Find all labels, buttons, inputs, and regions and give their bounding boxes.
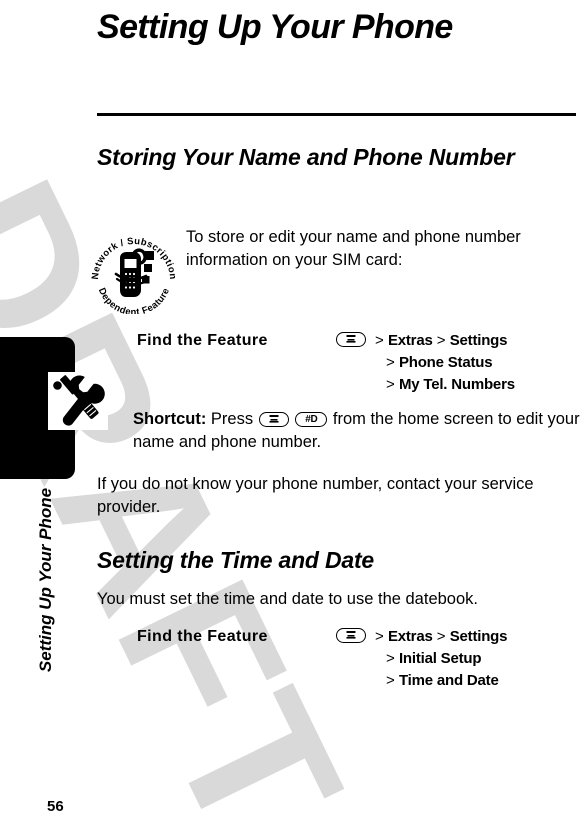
shortcut-label: Shortcut: — [133, 410, 207, 428]
menu-key-icon — [335, 627, 367, 645]
menu-item-settings: Settings — [449, 628, 508, 645]
menu-path-line: > Initial Setup — [375, 648, 575, 670]
find-the-feature-path-1: > Extras > Settings > Phone Status > My … — [375, 330, 575, 397]
menu-item-my-tel-numbers: My Tel. Numbers — [398, 376, 515, 394]
find-the-feature-block-2: Find the Feature > Extras > Settings > I… — [137, 626, 567, 696]
page-number: 56 — [47, 798, 64, 815]
network-subscription-dependent-feature-icon: Network / Subscription Dependent Feature — [88, 230, 180, 318]
paragraph-note-service-provider: If you do not know your phone number, co… — [97, 475, 534, 517]
menu-path-line: > Extras > Settings — [375, 626, 575, 648]
menu-path-line: > Extras > Settings — [375, 330, 575, 352]
paragraph-datebook-intro: You must set the time and date to use th… — [97, 590, 478, 608]
menu-item-extras: Extras — [387, 332, 433, 349]
manual-page: DRAFT Setting Up Your Phone Storing Your… — [0, 0, 581, 840]
chevron-gt: > — [375, 628, 384, 645]
menu-item-phone-status: Phone Status — [398, 354, 493, 372]
menu-key-icon — [335, 331, 367, 349]
pound-d-key-icon: #D — [295, 412, 328, 427]
find-the-feature-label-1: Find the Feature — [137, 332, 268, 349]
chapter-running-head: Setting Up Your Phone — [36, 487, 55, 673]
menu-item-time-and-date: Time and Date — [398, 672, 499, 690]
chevron-gt: > — [375, 332, 384, 349]
menu-item-initial-setup: Initial Setup — [398, 650, 482, 668]
menu-path-line: > My Tel. Numbers — [375, 374, 575, 396]
paragraph-sim-intro: To store or edit your name and phone num… — [186, 228, 521, 270]
chevron-gt: > — [386, 650, 395, 668]
menu-item-settings: Settings — [449, 332, 508, 349]
menu-path-line: > Time and Date — [375, 670, 575, 692]
section-heading-storing-name: Storing Your Name and Phone Number — [97, 144, 515, 170]
chevron-gt: > — [386, 376, 395, 394]
title-rule — [97, 113, 576, 116]
chevron-gt: > — [386, 354, 395, 372]
menu-path-line: > Phone Status — [375, 352, 575, 374]
pound-d-key-label: #D — [305, 414, 318, 425]
find-the-feature-path-2: > Extras > Settings > Initial Setup > Ti… — [375, 626, 575, 693]
tools-wrench-screwdriver-icon — [48, 372, 108, 430]
chevron-gt: > — [386, 672, 395, 690]
chevron-gt: > — [436, 332, 446, 349]
shortcut-text-before: Press — [210, 410, 254, 428]
page-title: Setting Up Your Phone — [97, 8, 453, 46]
chevron-gt: > — [436, 628, 446, 645]
find-the-feature-label-2: Find the Feature — [137, 628, 268, 645]
find-the-feature-block-1: Find the Feature > Extras > Settings > P… — [137, 330, 567, 400]
menu-key-icon — [258, 412, 289, 427]
section-heading-time-and-date: Setting the Time and Date — [97, 547, 375, 573]
paragraph-shortcut: Shortcut: Press #D from the home screen … — [133, 408, 581, 454]
menu-item-extras: Extras — [387, 628, 433, 645]
